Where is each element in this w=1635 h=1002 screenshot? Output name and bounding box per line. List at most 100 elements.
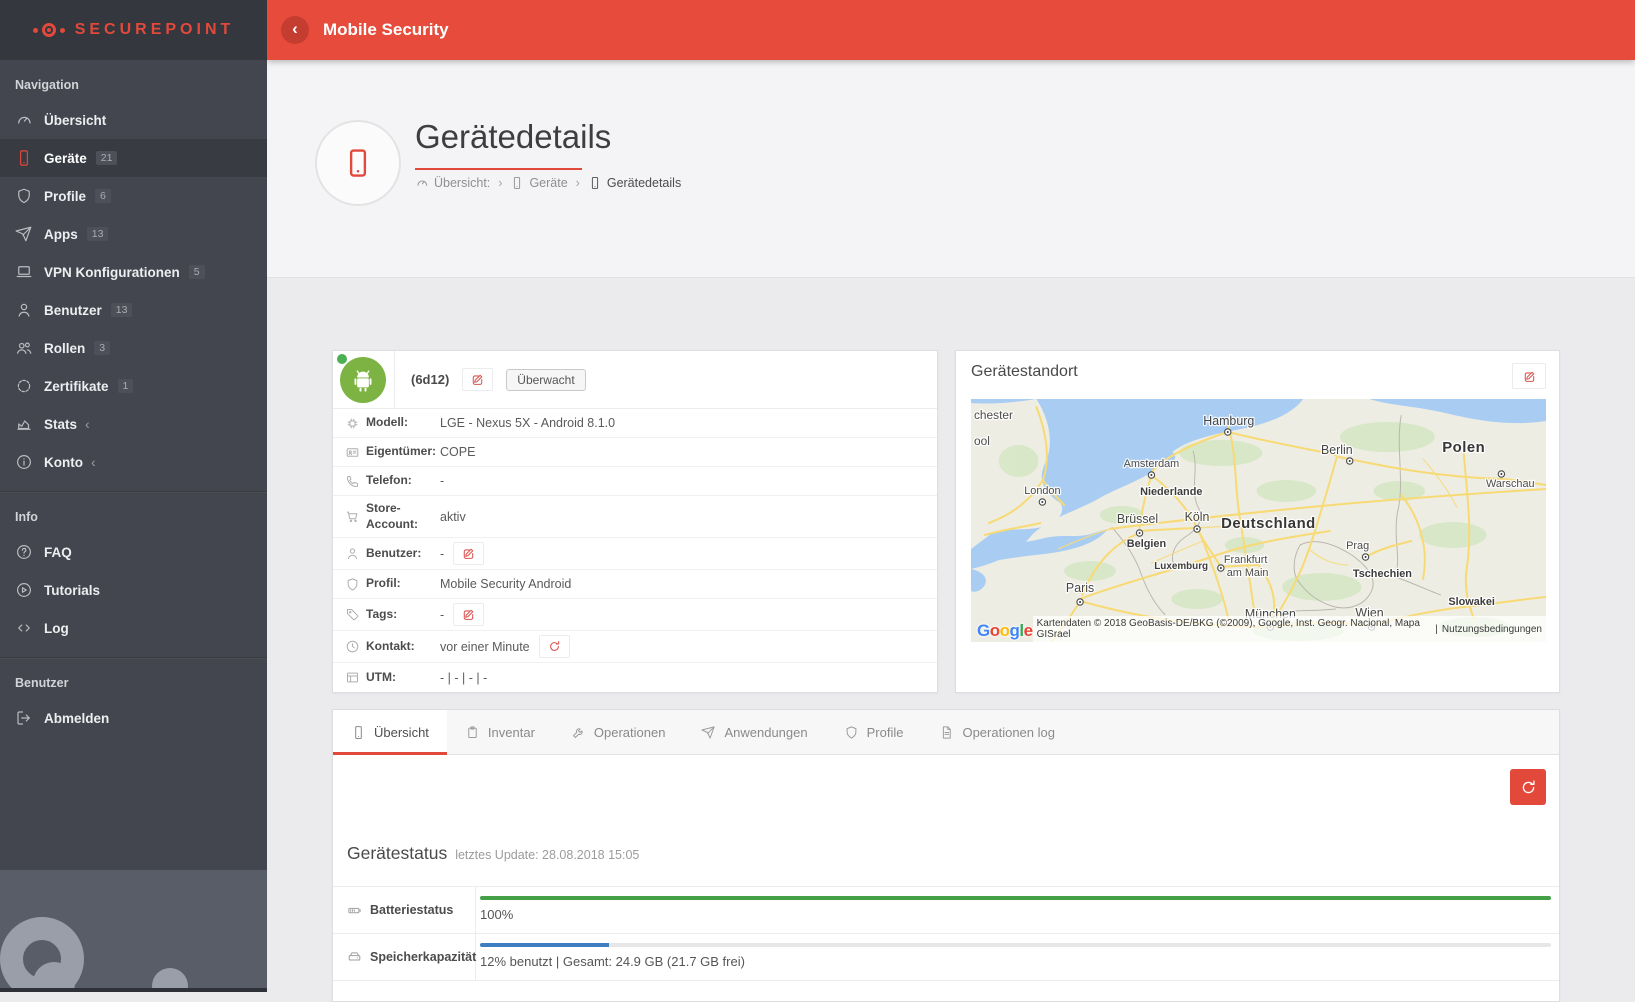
- refresh-kontakt-button[interactable]: [539, 635, 570, 658]
- tab-bar: Übersicht Inventar Operationen Anwendung…: [333, 710, 1559, 755]
- svg-text:Brüssel: Brüssel: [1117, 512, 1158, 526]
- page-title: Gerätedetails: [415, 118, 611, 156]
- brand-name: SECUREPOINT: [75, 21, 235, 39]
- tab-operationen[interactable]: Operationen: [553, 710, 684, 754]
- device-row-telefon: Telefon: -: [333, 467, 937, 496]
- tab-content: Gerätestatus letztes Update: 28.08.2018 …: [333, 755, 1559, 1001]
- edit-location-button[interactable]: [1512, 363, 1546, 389]
- breadcrumb: Übersicht: Geräte Gerätedetails: [415, 176, 681, 190]
- sidebar-item-vpn-konfigurationen[interactable]: VPN Konfigurationen 5: [0, 253, 267, 291]
- smartphone-icon: [351, 725, 366, 740]
- cart-icon: [345, 509, 360, 524]
- device-row-profil: Profil: Mobile Security Android: [333, 570, 937, 599]
- table-icon: [345, 670, 360, 685]
- google-map[interactable]: chesteroolHamburgBerlinPolenAmsterdamNie…: [971, 399, 1546, 642]
- info-icon: [15, 453, 33, 471]
- svg-text:chester: chester: [974, 408, 1013, 422]
- topbar: Mobile Security: [267, 0, 1635, 60]
- svg-text:Frankfurt: Frankfurt: [1224, 554, 1268, 566]
- certificate-icon: [15, 377, 33, 395]
- sidebar-item-tutorials[interactable]: Tutorials: [0, 571, 267, 609]
- sidebar-item-profile[interactable]: Profile 6: [0, 177, 267, 215]
- shield-icon: [15, 187, 33, 205]
- device-tabs-card: Übersicht Inventar Operationen Anwendung…: [332, 709, 1560, 1002]
- sidebar-item-rollen[interactable]: Rollen 3: [0, 329, 267, 367]
- breadcrumb-separator: [576, 176, 580, 190]
- svg-text:Niederlande: Niederlande: [1140, 486, 1202, 498]
- phone-icon: [345, 474, 360, 489]
- device-name: (6d12): [411, 372, 449, 387]
- main-content: Gerätedetails Übersicht: Geräte Gerätede…: [267, 60, 1635, 992]
- edit-tags-button[interactable]: [453, 603, 484, 626]
- edit-icon: [462, 547, 475, 560]
- paper-plane-icon: [701, 725, 716, 740]
- tag-icon: [345, 607, 360, 622]
- smartphone-icon: [15, 149, 33, 167]
- edit-benutzer-button[interactable]: [453, 542, 484, 565]
- svg-text:ool: ool: [974, 434, 990, 448]
- device-status-heading: Gerätestatus letztes Update: 28.08.2018 …: [333, 755, 1559, 864]
- breadcrumb-geraetedetails: Gerätedetails: [588, 176, 681, 190]
- chip-icon: [345, 416, 360, 431]
- logo-dot-icon: [33, 28, 38, 33]
- sidebar-item-log[interactable]: Log: [0, 609, 267, 647]
- count-badge: 3: [94, 341, 110, 356]
- sidebar-item-zertifikate[interactable]: Zertifikate 1: [0, 367, 267, 405]
- nav-section-label: Navigation: [0, 60, 267, 101]
- edit-icon: [462, 608, 475, 621]
- sidebar-item-geraete[interactable]: Geräte 21: [0, 139, 267, 177]
- sidebar-item-stats[interactable]: Stats: [0, 405, 267, 443]
- count-badge: 5: [189, 265, 205, 280]
- battery-value: 100%: [480, 907, 1551, 922]
- play-circle-icon: [15, 581, 33, 599]
- storage-value: 12% benutzt | Gesamt: 24.9 GB (21.7 GB f…: [480, 954, 1551, 969]
- sidebar-item-benutzer[interactable]: Benutzer 13: [0, 291, 267, 329]
- sidebar-item-uebersicht[interactable]: Übersicht: [0, 101, 267, 139]
- edit-device-name-button[interactable]: [462, 368, 493, 391]
- device-row-eigentuemer: Eigentümer: COPE: [333, 438, 937, 467]
- svg-text:Amsterdam: Amsterdam: [1124, 458, 1180, 470]
- sidebar-item-abmelden[interactable]: Abmelden: [0, 699, 267, 737]
- refresh-icon: [548, 640, 561, 653]
- device-row-benutzer: Benutzer: -: [333, 538, 937, 570]
- question-icon: [15, 543, 33, 561]
- svg-text:Belgien: Belgien: [1127, 538, 1166, 550]
- map-attribution: Kartendaten © 2018 GeoBasis-DE/BKG (©200…: [1033, 616, 1546, 642]
- breadcrumb-geraete[interactable]: Geräte: [510, 176, 567, 190]
- brand-logo[interactable]: SECUREPOINT: [0, 0, 267, 60]
- logout-icon: [15, 709, 33, 727]
- smartphone-icon: [588, 176, 602, 190]
- refresh-icon: [1520, 779, 1537, 796]
- terms-link[interactable]: Nutzungsbedingungen: [1442, 624, 1542, 635]
- sidebar-item-konto[interactable]: Konto: [0, 443, 267, 481]
- svg-text:Paris: Paris: [1066, 581, 1094, 595]
- svg-text:Luxemburg: Luxemburg: [1154, 561, 1208, 572]
- svg-text:Warschau: Warschau: [1486, 478, 1535, 490]
- refresh-status-button[interactable]: [1510, 769, 1546, 805]
- svg-text:Tschechien: Tschechien: [1353, 568, 1412, 580]
- storage-icon: [347, 950, 362, 965]
- edit-icon: [471, 373, 484, 386]
- page-header: Gerätedetails Übersicht: Geräte Gerätede…: [267, 60, 1635, 278]
- sidebar-item-apps[interactable]: Apps 13: [0, 215, 267, 253]
- paper-plane-icon: [15, 225, 33, 243]
- nav-section-label: Info: [0, 492, 267, 533]
- tab-inventar[interactable]: Inventar: [447, 710, 553, 754]
- back-button[interactable]: [281, 16, 309, 44]
- tab-anwendungen[interactable]: Anwendungen: [683, 710, 825, 754]
- tab-uebersicht[interactable]: Übersicht: [333, 710, 447, 754]
- title-underline: [415, 168, 582, 170]
- tab-operationen-log[interactable]: Operationen log: [921, 710, 1073, 754]
- breadcrumb-uebersicht[interactable]: Übersicht:: [415, 176, 490, 190]
- map-title: Gerätestandort: [971, 363, 1078, 381]
- svg-text:Berlin: Berlin: [1321, 443, 1353, 457]
- tab-profile[interactable]: Profile: [826, 710, 922, 754]
- device-row-kontakt: Kontakt: vor einer Minute: [333, 631, 937, 663]
- watermark-dot-icon: [152, 968, 188, 988]
- count-badge: 6: [95, 189, 111, 204]
- app-title: Mobile Security: [323, 20, 449, 40]
- sidebar-item-faq[interactable]: FAQ: [0, 533, 267, 571]
- code-icon: [15, 619, 33, 637]
- svg-text:Polen: Polen: [1442, 439, 1485, 456]
- google-logo[interactable]: Google: [971, 621, 1033, 642]
